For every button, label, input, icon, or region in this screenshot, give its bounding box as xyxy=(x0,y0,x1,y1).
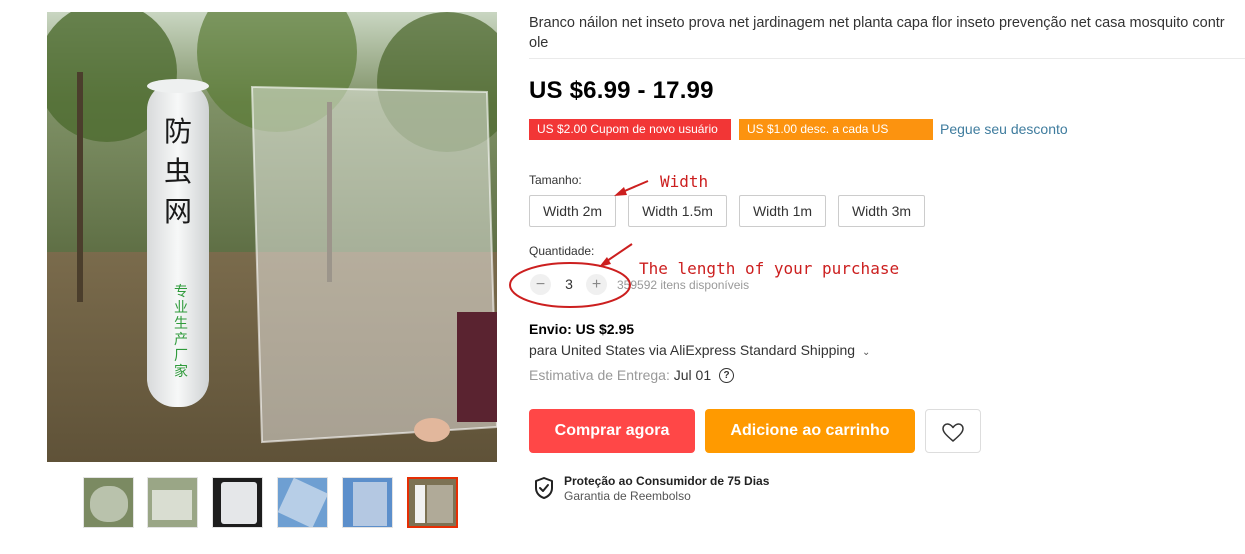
roll-text-black: 防 虫 网 xyxy=(161,112,195,232)
delivery-label: Estimativa de Entrega: xyxy=(529,367,670,383)
quantity-label: Quantidade: xyxy=(529,244,595,258)
buyer-protection-subtitle: Garantia de Reembolso xyxy=(564,489,691,503)
shield-check-icon xyxy=(535,477,553,499)
thumbnail-2[interactable] xyxy=(147,477,198,528)
roll-char-green: 产 xyxy=(174,332,188,348)
main-product-image: 防 虫 网 专 业 生 产 厂 家 xyxy=(47,12,497,462)
available-stock: 359592 itens disponíveis xyxy=(617,278,750,292)
thumbnail-4[interactable] xyxy=(277,477,328,528)
quantity-value[interactable]: 3 xyxy=(562,276,576,292)
help-icon[interactable]: ? xyxy=(719,368,734,383)
quantity-decrease-button[interactable]: − xyxy=(530,274,551,295)
roll-char: 网 xyxy=(163,195,192,228)
shipping-cost: Envio: US $2.95 xyxy=(529,321,635,337)
heart-icon xyxy=(942,423,964,442)
chevron-down-icon: ⌄ xyxy=(861,347,871,358)
shipping-method[interactable]: para United States via AliExpress Standa… xyxy=(529,342,870,358)
size-option-2m[interactable]: Width 2m xyxy=(529,195,616,227)
roll-text-green: 专 业 生 产 厂 家 xyxy=(171,284,191,380)
roll-char: 虫 xyxy=(163,155,192,188)
product-price: US $6.99 - 17.99 xyxy=(529,77,714,104)
roll-char-green: 生 xyxy=(174,316,188,332)
wishlist-button[interactable] xyxy=(925,409,981,453)
roll-char-green: 专 xyxy=(174,284,188,300)
buy-now-button[interactable]: Comprar agora xyxy=(529,409,695,453)
length-arrow-head xyxy=(599,257,611,267)
length-annotation: The length of your purchase xyxy=(639,259,900,278)
new-user-coupon[interactable]: US $2.00 Cupom de novo usuário xyxy=(529,119,731,140)
thumbnail-5[interactable] xyxy=(342,477,393,528)
delivery-estimate: Estimativa de Entrega: Jul 01 xyxy=(529,367,711,383)
thumbnail-6[interactable] xyxy=(407,477,458,528)
size-option-1-5m[interactable]: Width 1.5m xyxy=(628,195,727,227)
roll-char-green: 业 xyxy=(174,300,188,316)
product-title: Branco náilon net inseto prova net jardi… xyxy=(529,15,1225,51)
store-discount-coupon[interactable]: US $1.00 desc. a cada US $10.00 xyxy=(739,119,933,157)
divider xyxy=(529,58,1245,59)
roll-char-green: 家 xyxy=(174,364,188,380)
thumbnail-1[interactable] xyxy=(83,477,134,528)
product-photo xyxy=(47,12,497,462)
quantity-increase-button[interactable]: + xyxy=(586,274,607,295)
add-to-cart-button[interactable]: Adicione ao carrinho xyxy=(705,409,915,453)
width-annotation: Width xyxy=(660,172,709,191)
size-option-1m[interactable]: Width 1m xyxy=(739,195,826,227)
buyer-protection-title: Proteção ao Consumidor de 75 Dias xyxy=(564,474,770,488)
get-discount-link[interactable]: Pegue seu desconto xyxy=(940,121,1068,137)
width-arrow-head xyxy=(614,187,627,196)
roll-char-green: 厂 xyxy=(174,348,188,364)
size-option-3m[interactable]: Width 3m xyxy=(838,195,925,227)
roll-char: 防 xyxy=(163,115,192,148)
width-arrow-line xyxy=(619,180,649,194)
size-label: Tamanho: xyxy=(529,173,582,187)
delivery-date: Jul 01 xyxy=(673,367,712,383)
thumbnail-3[interactable] xyxy=(212,477,263,528)
shipping-method-label: para United States via AliExpress Standa… xyxy=(529,342,856,358)
length-arrow-line xyxy=(603,243,633,264)
